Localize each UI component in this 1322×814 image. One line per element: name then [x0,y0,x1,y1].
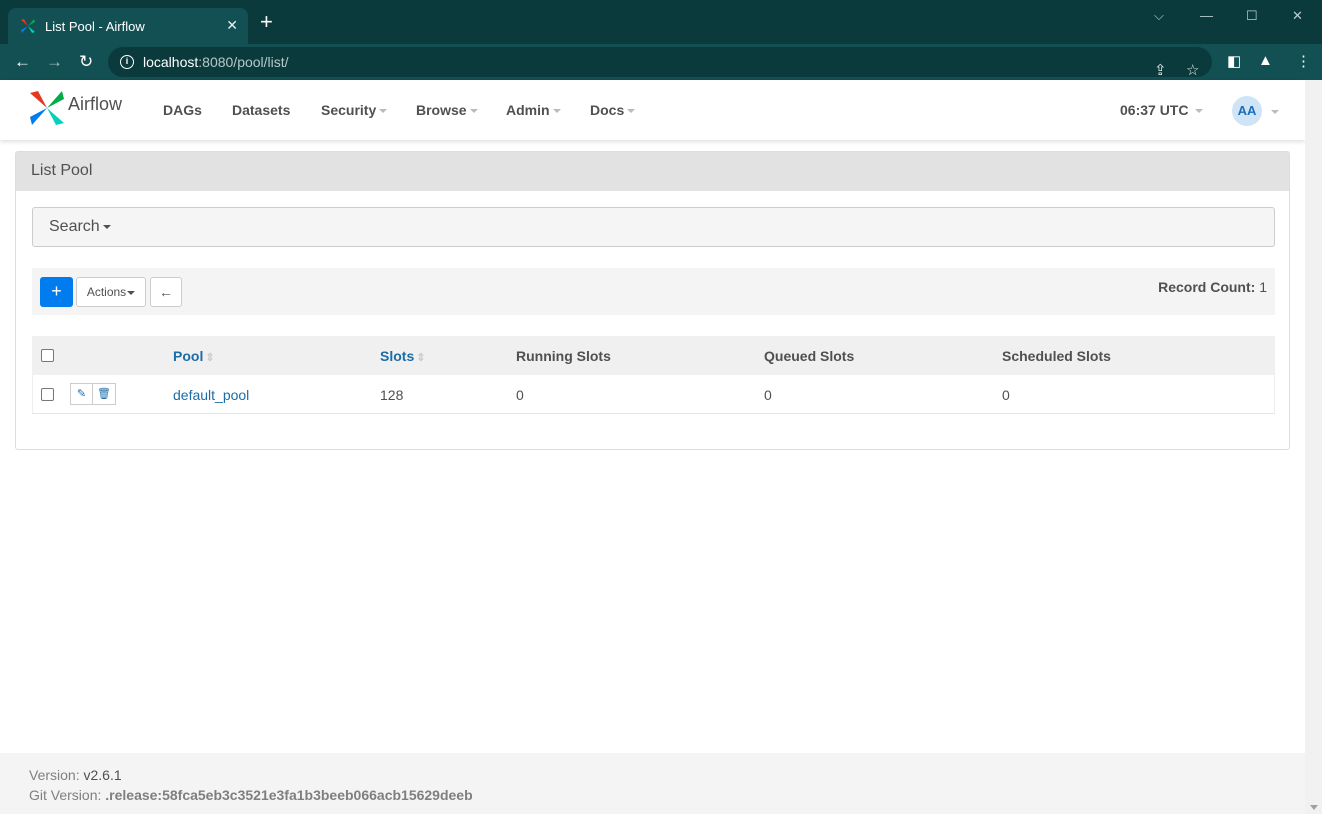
chevron-down-icon [552,109,561,114]
side-panel-icon[interactable]: ◧ [1227,52,1241,70]
nav-datasets[interactable]: Datasets [232,102,290,118]
search-label: Search [49,218,100,235]
column-header-scheduled-slots: Scheduled Slots [1002,348,1111,364]
browser-tab-title: List Pool - Airflow [45,18,145,34]
search-toggle[interactable]: Search [32,207,1275,247]
minimize-icon[interactable]: — [1200,8,1213,23]
version-value: v2.6.1 [83,767,122,783]
forward-arrow-icon[interactable]: → [46,52,63,72]
pool-name-link[interactable]: default_pool [173,387,249,403]
chevron-down-icon [379,109,388,114]
table-header: Pool ⇕ Slots ⇕ Running Slots Queued Slots … [32,336,1275,375]
git-version-value: .release:58fca5eb3c3521e3fa1b3beeb066acb… [105,787,473,803]
sort-icon: ⇕ [416,352,426,364]
nav-security[interactable]: Security [321,102,388,118]
trash-icon[interactable]: 🗑 [93,383,116,405]
record-count: Record Count: 1 [1158,279,1267,295]
arrow-left-icon: ← [159,284,173,300]
nav-browse[interactable]: Browse [416,102,478,118]
list-pool-panel: List Pool Search + Actions ← Record Coun… [15,151,1290,450]
scroll-down-arrow-icon[interactable] [1310,805,1318,810]
nav-docs[interactable]: Docs [590,102,636,118]
row-actions: ✎ 🗑 [70,383,116,405]
browser-menu-icon[interactable]: ⋮ [1296,52,1311,70]
user-avatar[interactable]: AA [1232,96,1262,126]
close-tab-icon[interactable]: ✕ [226,17,238,34]
pinwheel-logo-icon [30,91,64,125]
nav-dags[interactable]: DAGs [163,102,202,118]
tab-search-icon[interactable]: ⌵ [1154,8,1164,24]
browser-tab[interactable]: List Pool - Airflow ✕ [8,8,248,44]
site-info-icon[interactable]: i [120,55,134,69]
airflow-favicon-icon [21,19,35,33]
brand-name: Airflow [68,93,123,114]
panel-title: List Pool [16,152,1289,191]
running-slots-value: 0 [516,387,524,403]
url-host: localhost [143,54,199,70]
column-header-queued-slots: Queued Slots [764,348,855,364]
back-arrow-icon[interactable]: ← [14,52,31,72]
airflow-logo[interactable]: Airflow [28,89,122,127]
page-footer: Version: v2.6.1 Git Version: .release:58… [0,753,1305,814]
maximize-icon[interactable]: ☐ [1246,8,1258,24]
queued-slots-value: 0 [764,387,772,403]
browser-tab-bar: List Pool - Airflow ✕ + ⌵ — ☐ ✕ [0,0,1322,44]
chevron-down-icon [102,224,111,229]
slots-value: 128 [380,387,404,403]
page-scrollbar[interactable] [1305,80,1322,814]
back-button[interactable]: ← [150,277,182,307]
reload-icon[interactable]: ↻ [79,52,93,72]
nav-admin[interactable]: Admin [506,102,561,118]
version-line: Version: v2.6.1 [29,767,122,783]
sort-icon: ⇕ [205,352,215,364]
table-row: ✎ 🗑 default_pool 128 0 0 0 [32,375,1275,414]
select-all-checkbox[interactable] [41,349,54,362]
url-input[interactable]: i localhost:8080/pool/list/ ⇪ ☆ [108,47,1212,79]
column-header-slots[interactable]: Slots ⇕ [380,348,425,364]
pool-table: Pool ⇕ Slots ⇕ Running Slots Queued Slots … [32,336,1275,414]
column-header-pool[interactable]: Pool ⇕ [173,348,215,364]
extension-icon[interactable]: ▲ [1258,52,1273,69]
chevron-down-icon [469,109,478,114]
row-checkbox[interactable] [41,388,54,401]
add-record-button[interactable]: + [40,277,73,307]
column-header-running-slots: Running Slots [516,348,611,364]
utc-clock[interactable]: 06:37 UTC [1120,102,1204,118]
scheduled-slots-value: 0 [1002,387,1010,403]
chevron-down-icon [127,290,136,295]
window-close-icon[interactable]: ✕ [1292,8,1303,24]
url-path: :8080/pool/list/ [198,54,289,70]
chevron-down-icon[interactable] [1271,110,1279,114]
edit-icon[interactable]: ✎ [70,383,93,405]
chevron-down-icon [1195,109,1204,114]
browser-address-bar: ← → ↻ i localhost:8080/pool/list/ ⇪ ☆ ◧ … [0,44,1322,80]
new-tab-icon[interactable]: + [260,11,273,33]
git-version-line: Git Version: .release:58fca5eb3c3521e3fa… [29,787,473,803]
list-toolbar: + Actions ← Record Count: 1 [32,268,1275,315]
airflow-navbar: Airflow DAGs Datasets Security Browse Ad… [0,80,1305,140]
chevron-down-icon [627,109,636,114]
actions-dropdown[interactable]: Actions [76,277,146,307]
